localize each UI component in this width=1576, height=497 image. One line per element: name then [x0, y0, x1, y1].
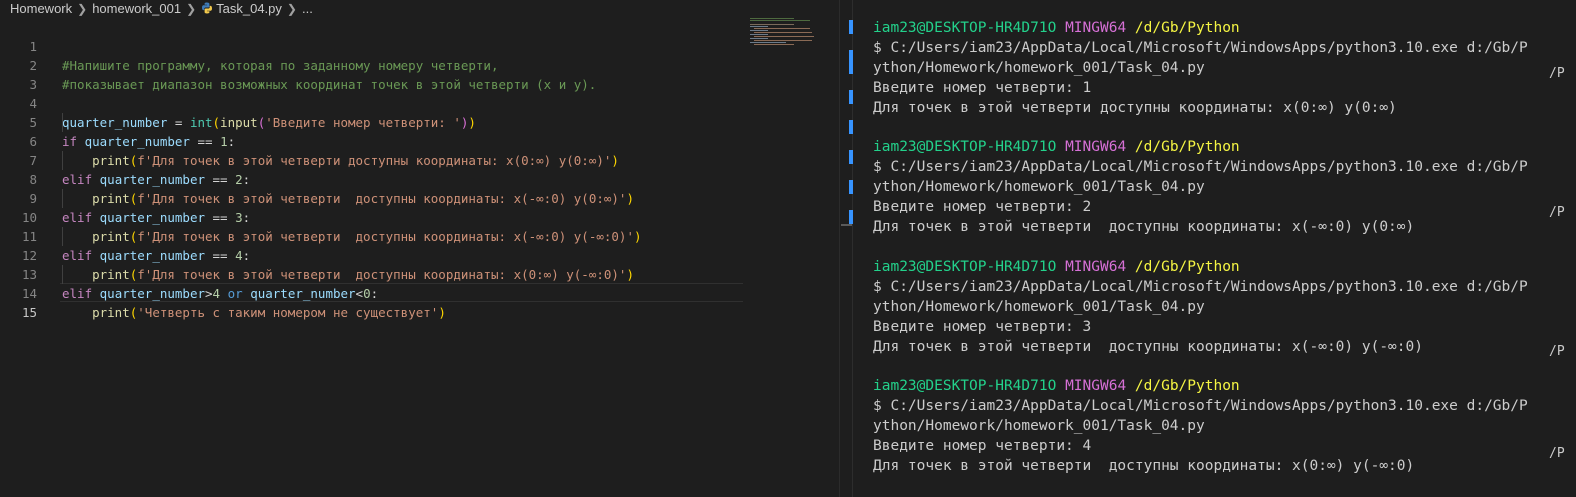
indent-guide — [62, 227, 63, 246]
code-line: 14 print('Четверть с таким номером не су… — [0, 265, 760, 320]
code-area[interactable]: 1 #Напишите программу, которая по заданн… — [0, 18, 760, 320]
terminal-output: Введите номер четверти: 3 — [873, 319, 1092, 335]
terminal-command: ython/Homework/homework_001/Task_04.py — [873, 179, 1205, 195]
terminal-prompt-line: iam23@DESKTOP-HR4D71O MINGW64 /d/Gb/Pyth… — [873, 20, 1240, 36]
code-line: 6 print(f'Для точек в этой четверти дост… — [0, 113, 760, 168]
terminal-prompt-line: iam23@DESKTOP-HR4D71O MINGW64 /d/Gb/Pyth… — [873, 139, 1240, 155]
terminal-command: $ C:/Users/iam23/AppData/Local/Microsoft… — [873, 159, 1528, 175]
code-editor[interactable]: Homework ❯ homework_001 ❯ Task_04.py ❯... 1 #… — [0, 0, 853, 497]
indent-guide — [62, 113, 63, 132]
terminal-prompt-line: iam23@DESKTOP-HR4D71O MINGW64 /d/Gb/Pyth… — [873, 259, 1240, 275]
breadcrumb-item-homework-001[interactable]: homework_001 — [92, 1, 181, 16]
line-number: 15 — [21, 305, 37, 320]
breadcrumb-item-homework[interactable]: Homework — [10, 1, 72, 16]
terminal-output: Для точек в этой четверти доступны коорд… — [873, 219, 1415, 235]
breadcrumb-item-more[interactable]: ... — [302, 1, 313, 16]
indent-guide — [62, 189, 63, 208]
code-line: 12 print(f'Для точек в этой четверти дос… — [0, 227, 760, 282]
indent-guide — [62, 151, 63, 170]
code-line: 3 — [0, 56, 760, 92]
code-line: 9 elif quarter_number == 3: — [0, 170, 760, 225]
breadcrumb-item-file[interactable]: Task_04.py — [216, 1, 282, 16]
terminal-output: Для точек в этой четверти доступны коорд… — [873, 339, 1423, 355]
code-line: 7 elif quarter_number == 2: — [0, 132, 760, 187]
python-file-icon — [202, 2, 213, 14]
code-line-current: 15 — [0, 284, 760, 320]
terminal-wrap-marker: /P — [1549, 446, 1565, 461]
terminal-command: $ C:/Users/iam23/AppData/Local/Microsoft… — [873, 398, 1528, 414]
terminal-wrap-marker: /P — [1549, 66, 1565, 81]
chevron-right-icon: ❯ — [286, 2, 297, 16]
code-line: 2 #показывает диапазон возможных координ… — [0, 37, 760, 92]
terminal-wrap-marker: /P — [1549, 205, 1565, 220]
code-line: 4 quarter_number = int(input('Введите но… — [0, 75, 760, 130]
terminal-wrap-marker: /P — [1549, 344, 1565, 359]
terminal-command: $ C:/Users/iam23/AppData/Local/Microsoft… — [873, 279, 1528, 295]
terminal-command: ython/Homework/homework_001/Task_04.py — [873, 299, 1205, 315]
terminal-output: Введите номер четверти: 1 — [873, 80, 1092, 96]
code-line: 5 if quarter_number == 1: — [0, 94, 760, 149]
indent-guide — [62, 265, 63, 284]
terminal-command: ython/Homework/homework_001/Task_04.py — [873, 60, 1205, 76]
terminal-output: Для точек в этой четверти доступны коорд… — [873, 458, 1415, 474]
terminal-command: ython/Homework/homework_001/Task_04.py — [873, 418, 1205, 434]
terminal-prompt-line: iam23@DESKTOP-HR4D71O MINGW64 /d/Gb/Pyth… — [873, 378, 1240, 394]
code-line: 11 elif quarter_number == 4: — [0, 208, 760, 263]
minimap[interactable] — [748, 17, 828, 47]
terminal-output: Введите номер четверти: 2 — [873, 199, 1092, 215]
code-line: 13 elif quarter_number>4 or quarter_numb… — [0, 246, 760, 301]
terminal-panel[interactable]: iam23@DESKTOP-HR4D71O MINGW64 /d/Gb/Pyth… — [853, 0, 1576, 497]
breadcrumb: Homework ❯ homework_001 ❯ Task_04.py ❯... — [10, 0, 313, 17]
code-line: 8 print(f'Для точек в этой четверти дост… — [0, 151, 760, 206]
terminal-output: Для точек в этой четверти доступны коорд… — [873, 100, 1397, 116]
editor-scrollbar[interactable] — [839, 0, 848, 497]
terminal-output: Введите номер четверти: 4 — [873, 438, 1092, 454]
code-line: 10 print(f'Для точек в этой четверти дос… — [0, 189, 760, 244]
code-text: print('Четверть с таким номером не сущес… — [92, 305, 446, 320]
code-line: 1 #Напишите программу, которая по заданн… — [0, 18, 760, 73]
chevron-right-icon: ❯ — [77, 2, 88, 16]
chevron-right-icon: ❯ — [186, 2, 197, 16]
terminal-command: $ C:/Users/iam23/AppData/Local/Microsoft… — [873, 40, 1528, 56]
